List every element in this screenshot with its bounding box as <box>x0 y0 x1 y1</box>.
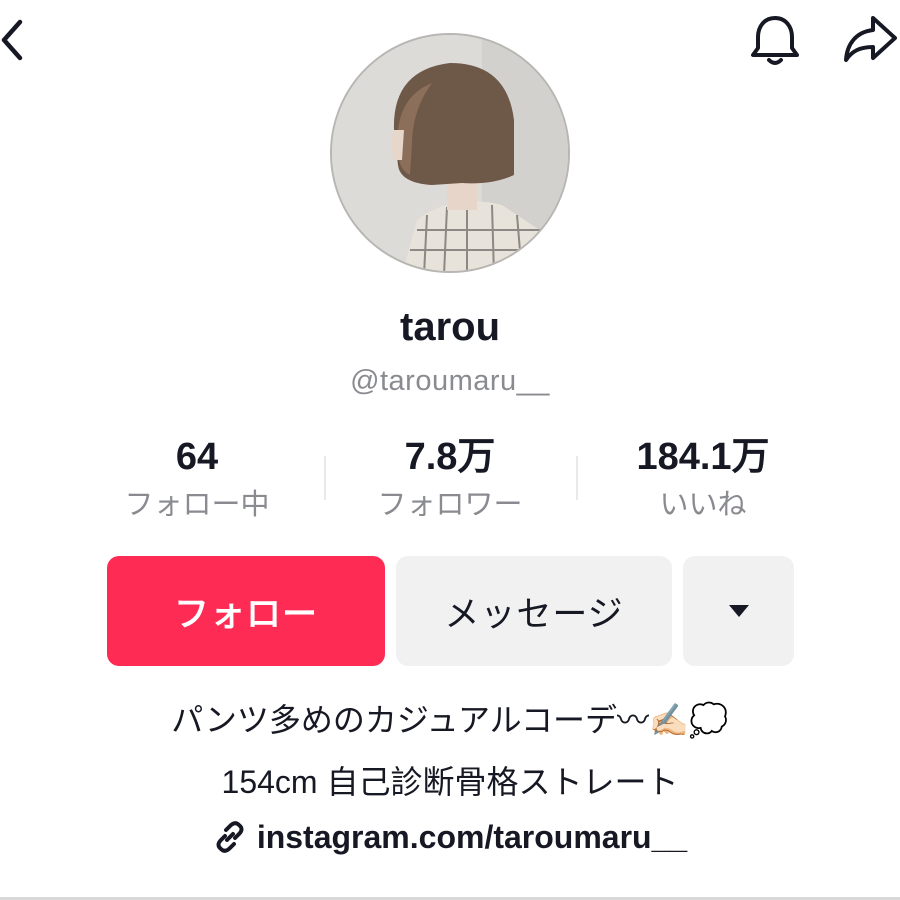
followers-count: 7.8万 <box>404 436 496 478</box>
bio-link[interactable]: instagram.com/taroumaru__ <box>0 812 900 862</box>
followers-label: フォロワー <box>377 487 523 521</box>
link-icon <box>216 821 244 853</box>
caret-down-icon <box>728 605 749 617</box>
chevron-left-icon[interactable] <box>0 14 40 66</box>
message-button-label: メッセージ <box>444 594 624 635</box>
follow-button-label: フォロー <box>173 594 318 635</box>
user-handle: @taroumaru__ <box>350 365 550 397</box>
stat-likes: 184.1万 いいね <box>576 432 830 524</box>
bio-line-2: 154cm 自己診断骨格ストレート <box>221 764 679 800</box>
bio-line-1: パンツ多めのカジュアルコーデ〰✍🏻💭 <box>171 701 729 739</box>
stat-following[interactable]: 64 フォロー中 <box>70 432 324 524</box>
avatar[interactable] <box>330 33 570 273</box>
username: tarou <box>400 305 500 349</box>
share-arrow-icon[interactable] <box>840 10 900 70</box>
likes-label: いいね <box>659 487 747 521</box>
following-count: 64 <box>175 436 219 478</box>
bio-link-text[interactable]: instagram.com/taroumaru__ <box>257 819 687 856</box>
more-dropdown-button[interactable] <box>683 556 794 666</box>
message-button[interactable]: メッセージ <box>396 556 672 666</box>
following-label: フォロー中 <box>124 487 270 521</box>
stats-row: 64 フォロー中 7.8万 フォロワー 184.1万 いいね <box>70 432 830 532</box>
follow-button[interactable]: フォロー <box>107 556 385 666</box>
likes-count: 184.1万 <box>636 436 770 478</box>
bell-icon[interactable] <box>745 10 805 70</box>
stat-followers[interactable]: 7.8万 フォロワー <box>323 432 577 524</box>
profile-photo <box>332 35 568 271</box>
